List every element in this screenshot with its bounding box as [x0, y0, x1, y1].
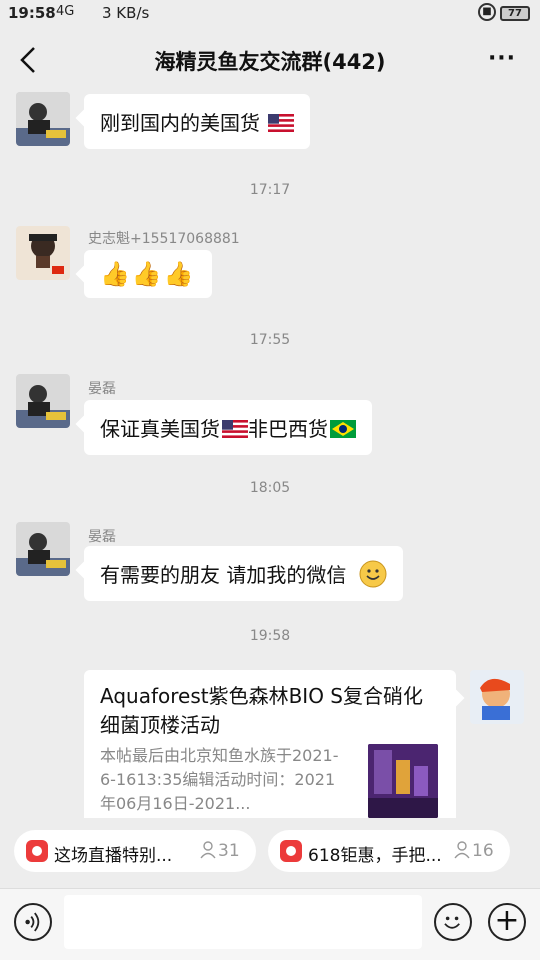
live-promo-item[interactable]: 这场直播特别... 31 [14, 830, 256, 872]
timestamp: 17:55 [249, 332, 291, 348]
sender-name: 史志魁+15517068881 [88, 231, 240, 247]
message-bubble[interactable]: 👍👍👍 [84, 250, 212, 298]
sender-name: 晏磊 [88, 529, 116, 545]
plus-icon[interactable]: + [488, 903, 526, 941]
avatar[interactable] [16, 92, 70, 146]
my-avatar[interactable] [470, 670, 524, 724]
message-bubble[interactable]: 保证真美国货 非巴西货 [84, 400, 372, 455]
voice-icon[interactable] [14, 903, 52, 941]
more-icon[interactable]: ··· [484, 44, 520, 74]
live-icon [280, 840, 302, 862]
message-list[interactable]: 刚到国内的美国货 17:17 史志魁+15517068881 👍👍👍 17:55… [0, 92, 540, 818]
us-flag-icon [268, 114, 295, 132]
message-bubble[interactable]: 刚到国内的美国货 [84, 94, 311, 149]
promo-title: 这场直播特别... [54, 846, 173, 866]
message-text: 刚到国内的美国货 [100, 111, 260, 135]
brazil-flag-icon [330, 420, 356, 438]
viewer-count: 16 [472, 841, 494, 861]
viewer-count: 31 [218, 841, 240, 861]
timestamp: 18:05 [249, 480, 291, 496]
emoji-icon[interactable] [434, 903, 472, 941]
lock-icon: ■ [478, 3, 496, 21]
chat-header: 海精灵鱼友交流群(442) ··· [0, 28, 540, 92]
status-bar: 19:58 4G 3 KB/s ■ 77 [0, 0, 540, 28]
avatar[interactable] [16, 226, 70, 280]
thumbs-up-icon: 👍 [131, 260, 162, 288]
link-card[interactable]: Aquaforest紫色森林BIO S复合硝化细菌顶楼活动 本帖最后由北京知鱼水… [84, 670, 456, 818]
card-description: 本帖最后由北京知鱼水族于2021-6-1613:35编辑活动时间：2021年06… [100, 746, 339, 813]
timestamp: 17:17 [249, 182, 291, 198]
avatar[interactable] [16, 522, 70, 576]
message-bubble[interactable]: 有需要的朋友 请加我的微信 [84, 546, 403, 601]
message-input[interactable] [64, 895, 422, 949]
smile-emoji-icon [359, 560, 387, 588]
battery-icon: 77 [500, 6, 530, 21]
chat-title: 海精灵鱼友交流群(442) [154, 50, 386, 74]
thumbs-up-icon: 👍 [100, 260, 130, 288]
thumbs-up-icon: 👍 [163, 260, 194, 288]
viewer-icon [200, 841, 216, 859]
live-promo-bar: 这场直播特别... 31 618钜惠，手把... 16 [0, 818, 540, 888]
status-time: 19:58 [8, 4, 56, 22]
timestamp: 19:58 [249, 628, 291, 644]
input-bar: + [0, 888, 540, 960]
viewer-icon [454, 841, 470, 859]
message-text: 有需要的朋友 请加我的微信 [100, 563, 347, 587]
us-flag-icon [222, 420, 248, 438]
promo-title: 618钜惠，手把... [308, 846, 442, 866]
avatar[interactable] [16, 374, 70, 428]
sender-name: 晏磊 [88, 381, 116, 397]
network-speed: 3 KB/s [102, 4, 150, 22]
card-thumbnail [368, 744, 438, 818]
card-title: Aquaforest紫色森林BIO S复合硝化细菌顶楼活动 [100, 684, 423, 737]
message-text: 保证真美国货 [100, 417, 220, 441]
signal-icon: 4G [56, 4, 75, 19]
live-promo-item[interactable]: 618钜惠，手把... 16 [268, 830, 510, 872]
message-text: 非巴西货 [248, 417, 328, 441]
live-icon [26, 840, 48, 862]
